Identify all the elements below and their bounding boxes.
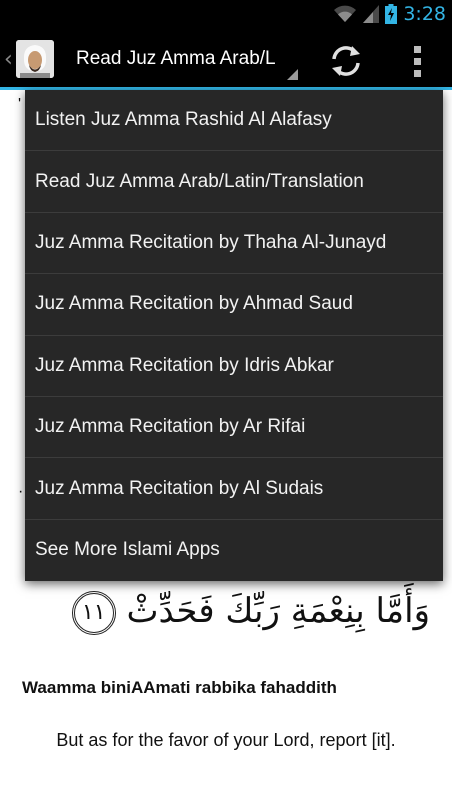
overflow-menu-icon xyxy=(414,46,421,77)
menu-item-idris-abkar[interactable]: Juz Amma Recitation by Idris Abkar xyxy=(25,336,443,397)
wifi-icon xyxy=(334,5,357,22)
menu-item-ahmad-saud[interactable]: Juz Amma Recitation by Ahmad Saud xyxy=(25,274,443,336)
obscured-text-fragment: · xyxy=(18,483,24,500)
obscured-text-fragment: ' xyxy=(18,96,22,113)
signal-icon xyxy=(363,5,380,23)
arabic-verse: وَأَمَّا بِنِعْمَةِ رَبِّكَ فَحَدِّثْ ١١ xyxy=(68,591,430,635)
reciter-portrait-icon xyxy=(16,40,54,78)
spinner-triangle-icon xyxy=(287,69,298,80)
menu-item-read-juz-amma[interactable]: Read Juz Amma Arab/Latin/Translation xyxy=(25,151,443,213)
menu-item-ar-rifai[interactable]: Juz Amma Recitation by Ar Rifai xyxy=(25,397,443,459)
status-icons: 3:28 xyxy=(333,3,446,25)
menu-item-thaha-al-junayd[interactable]: Juz Amma Recitation by Thaha Al-Junayd xyxy=(25,213,443,275)
battery-icon xyxy=(385,4,398,24)
transliteration-text: Waamma biniAAmati rabbika fahaddith xyxy=(22,678,337,697)
translation-text: But as for the favor of your Lord, repor… xyxy=(56,730,396,750)
refresh-button[interactable] xyxy=(326,41,366,81)
menu-item-more-apps[interactable]: See More Islami Apps xyxy=(25,520,443,581)
overflow-menu-button[interactable] xyxy=(404,41,432,81)
up-caret-icon[interactable]: ‹ xyxy=(4,47,13,72)
app-avatar[interactable] xyxy=(16,40,54,78)
verse-number-medallion: ١١ xyxy=(71,591,116,635)
action-bar: ‹ Read Juz Amma Arab/L xyxy=(0,28,452,90)
nav-title: Read Juz Amma Arab/L xyxy=(76,48,276,69)
status-bar: 3:28 xyxy=(0,0,452,28)
navigation-spinner[interactable]: Read Juz Amma Arab/L xyxy=(64,28,304,90)
menu-item-listen-alafasy[interactable]: Listen Juz Amma Rashid Al Alafasy xyxy=(25,90,443,152)
status-time: 3:28 xyxy=(403,3,446,25)
arabic-verse-text: وَأَمَّا بِنِعْمَةِ رَبِّكَ فَحَدِّثْ xyxy=(126,591,430,631)
navigation-dropdown-menu: Listen Juz Amma Rashid Al Alafasy Read J… xyxy=(25,90,443,581)
refresh-icon xyxy=(332,46,360,76)
menu-item-al-sudais[interactable]: Juz Amma Recitation by Al Sudais xyxy=(25,458,443,520)
